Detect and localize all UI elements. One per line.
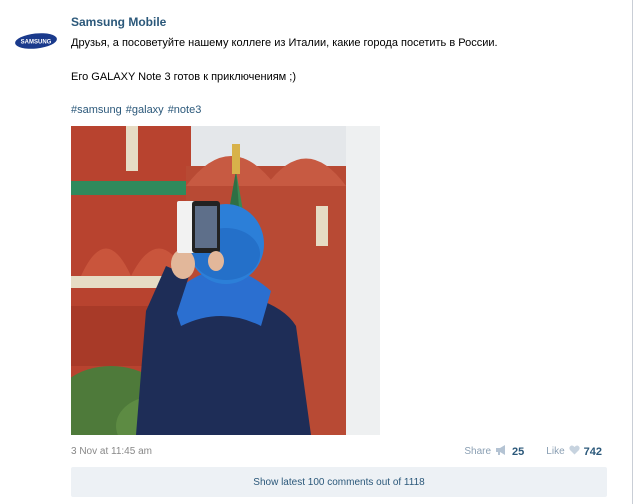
like-count: 742 <box>583 445 602 458</box>
share-button[interactable]: Share 25 <box>464 445 524 458</box>
logo-text: SAMSUNG <box>21 40 52 46</box>
post-actions: Share 25 Like 742 <box>464 445 602 458</box>
post-date[interactable]: 3 Nov at 11:45 am <box>71 446 152 457</box>
post-text-line-2: Его GALAXY Note 3 готов к приключениям ;… <box>71 71 297 83</box>
post-photo[interactable] <box>71 126 380 435</box>
hashtag-galaxy[interactable]: #galaxy <box>126 104 164 116</box>
show-comments-button[interactable]: Show latest 100 comments out of 1118 <box>71 467 607 497</box>
samsung-logo-avatar[interactable]: SAMSUNG <box>14 32 58 50</box>
hashtag-note3[interactable]: #note3 <box>168 104 202 116</box>
post-text-line-1: Друзья, а посоветуйте нашему коллеге из … <box>71 37 498 49</box>
share-count: 25 <box>512 445 525 458</box>
megaphone-icon <box>495 445 508 458</box>
hashtag-samsung[interactable]: #samsung <box>71 104 122 116</box>
hashtags: #samsung #galaxy #note3 <box>71 104 205 116</box>
heart-icon <box>568 445 580 458</box>
photo-illustration <box>71 126 380 435</box>
post-author-link[interactable]: Samsung Mobile <box>71 15 166 29</box>
like-button[interactable]: Like 742 <box>546 445 602 458</box>
like-label: Like <box>546 446 565 457</box>
share-label: Share <box>464 446 492 457</box>
